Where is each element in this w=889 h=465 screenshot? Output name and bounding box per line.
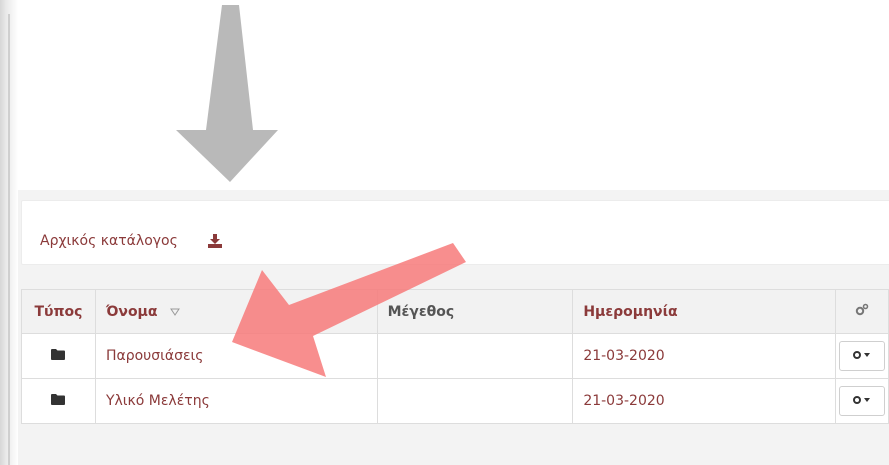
window-left-edge bbox=[0, 0, 18, 465]
file-name-link[interactable]: Υλικό Μελέτης bbox=[94, 378, 378, 424]
column-header-type: Τύπος bbox=[21, 289, 96, 334]
column-header-name-label: Όνομα bbox=[105, 303, 158, 320]
table-header-row: Τύπος Όνομα Μέγεθος Ημερομηνία bbox=[21, 289, 889, 334]
breadcrumb-panel: Αρχικός κατάλογος bbox=[21, 200, 889, 265]
gears-icon bbox=[855, 303, 869, 315]
column-header-date[interactable]: Ημερομηνία bbox=[572, 289, 836, 334]
table-row[interactable]: Παρουσιάσεις 21-03-2020 bbox=[21, 333, 889, 379]
download-icon[interactable] bbox=[208, 234, 222, 248]
row-actions-button[interactable] bbox=[838, 386, 885, 416]
column-header-actions bbox=[834, 289, 889, 334]
gear-dropdown-icon bbox=[852, 396, 870, 404]
folder-icon bbox=[51, 394, 66, 405]
files-table: Τύπος Όνομα Μέγεθος Ημερομηνία Παρουσιάσ… bbox=[21, 289, 889, 424]
actions-cell bbox=[834, 378, 889, 424]
type-cell bbox=[21, 333, 96, 379]
column-header-size[interactable]: Μέγεθος bbox=[376, 289, 574, 334]
files-table-wrapper: Τύπος Όνομα Μέγεθος Ημερομηνία Παρουσιάσ… bbox=[21, 289, 889, 424]
gear-dropdown-icon bbox=[852, 351, 870, 359]
window-border bbox=[8, 14, 10, 465]
folder-icon bbox=[51, 349, 66, 360]
actions-cell bbox=[834, 333, 889, 379]
table-row[interactable]: Υλικό Μελέτης 21-03-2020 bbox=[21, 378, 889, 424]
type-cell bbox=[21, 378, 96, 424]
date-cell: 21-03-2020 bbox=[572, 333, 836, 379]
breadcrumb-root-link[interactable]: Αρχικός κατάλογος bbox=[40, 233, 178, 249]
file-manager-content: Αρχικός κατάλογος Τύπος Όνομα Μέγεθος Ημ… bbox=[18, 190, 889, 465]
file-name-link[interactable]: Παρουσιάσεις bbox=[94, 333, 378, 379]
size-cell bbox=[376, 378, 574, 424]
column-header-name[interactable]: Όνομα bbox=[94, 289, 378, 334]
sort-down-icon[interactable] bbox=[170, 308, 181, 316]
date-cell: 21-03-2020 bbox=[572, 378, 836, 424]
top-area bbox=[18, 0, 889, 190]
size-cell bbox=[376, 333, 574, 379]
row-actions-button[interactable] bbox=[838, 341, 885, 371]
